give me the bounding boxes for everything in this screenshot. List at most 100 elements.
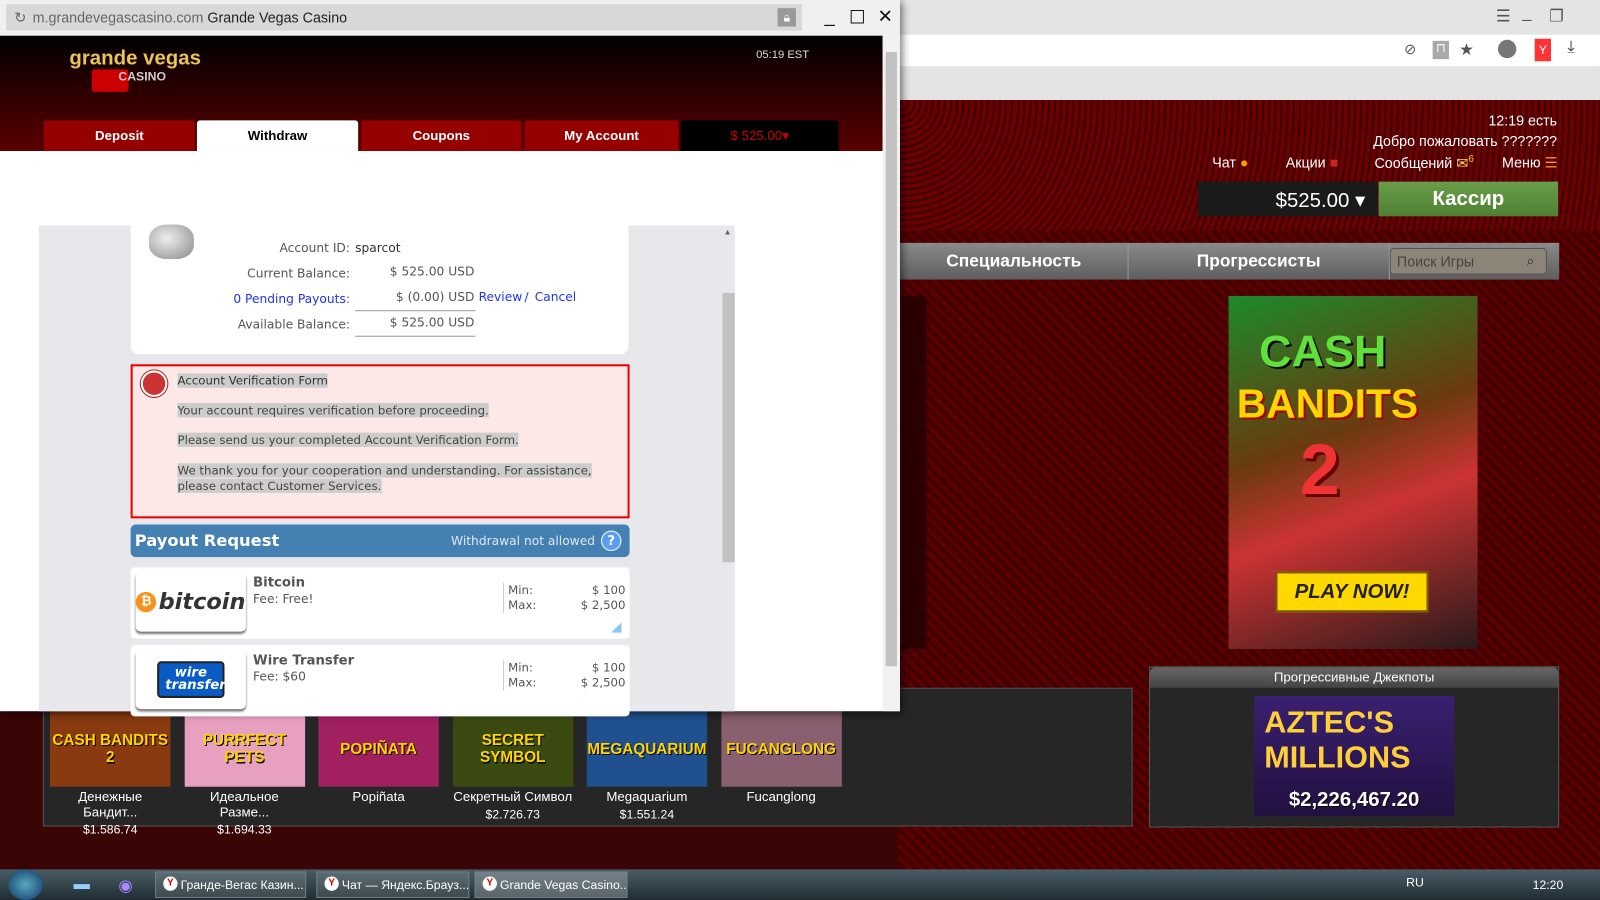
unlock-icon[interactable]: ⊓	[1432, 40, 1449, 60]
max-label: Max:	[508, 675, 537, 690]
play-now-button[interactable]: PLAY NOW!	[1275, 571, 1429, 613]
outer-scrollbar[interactable]	[882, 35, 900, 712]
gift-icon: ■	[1329, 154, 1339, 171]
game-tile[interactable]: FUCANGLONG Fucanglong	[720, 711, 842, 807]
tab-deposit[interactable]: Deposit	[43, 120, 195, 152]
stop-hand-icon	[140, 370, 168, 397]
casino-popup-window: ↻ m.grandevegascasino.com Grande Vegas C…	[0, 0, 900, 717]
game-tile[interactable]: SECRET SYMBOL Секретный Символ $2.726.73	[452, 711, 573, 821]
bitcoin-logo: ₿ bitcoin	[135, 572, 246, 632]
chat-link[interactable]: Чат ●	[1212, 154, 1248, 170]
wire-transfer-logo: wire transfer	[135, 649, 246, 710]
method-fee: Fee: Free!	[253, 591, 314, 607]
reload-icon[interactable]: ↻	[14, 4, 26, 31]
yandex-icon[interactable]: Y	[1534, 38, 1552, 62]
lock-icon[interactable]: 🔒︎	[777, 8, 796, 27]
outer-scroll-thumb[interactable]	[885, 52, 897, 667]
game-thumbnail: FUCANGLONG	[720, 711, 842, 787]
popup-url-bar[interactable]: ↻ m.grandevegascasino.com Grande Vegas C…	[6, 4, 803, 31]
game-tile[interactable]: CASH BANDITS 2 Денежные Бандит... $1.586.7…	[49, 711, 171, 837]
game-tile[interactable]: POPIÑATA Popiñata	[318, 711, 439, 807]
game-jackpot: $1.694.33	[217, 822, 272, 837]
game-thumbnail: CASH BANDITS 2	[49, 711, 171, 787]
pending-payouts-link[interactable]: 0 Pending Payouts:	[130, 292, 350, 306]
game-name: Megaquarium	[606, 788, 688, 805]
cancel-link[interactable]: Cancel	[535, 290, 576, 304]
banner-line2: BANDITS	[1236, 381, 1419, 427]
start-button[interactable]	[8, 869, 43, 900]
game-tile[interactable]: PURRFECT PETS Идеальное Разме... $1.694.33	[184, 711, 305, 837]
promos-label: Акции	[1285, 154, 1326, 171]
nav-progressives[interactable]: Прогрессисты	[1129, 242, 1390, 280]
banner-line3: 2	[1299, 429, 1340, 510]
minimize-icon[interactable]: _	[824, 6, 834, 27]
scroll-up-icon[interactable]: ▲	[723, 228, 731, 237]
cashier-button[interactable]: Кассир	[1378, 181, 1559, 217]
maximize-icon[interactable]: ☐	[849, 7, 865, 28]
verification-line: Your account requires verification befor…	[177, 403, 489, 418]
current-balance: $ 525.00 USD	[389, 264, 475, 279]
method-name: Bitcoin	[253, 575, 306, 591]
envelope-icon: ✉	[1456, 154, 1469, 172]
banner-line1: CASH	[1259, 326, 1387, 377]
address-bar[interactable]: ⊘ ⊓ ★ Y ⤓	[897, 34, 1600, 68]
game-thumbnail: MEGAQUARIUM	[586, 711, 708, 787]
hamburger-icon: ☰	[1544, 154, 1558, 171]
taskbar-clock[interactable]: 12:20	[1533, 878, 1564, 892]
site-time: 12:19 есть	[1488, 112, 1558, 129]
messages-link[interactable]: Сообщений ✉6	[1374, 154, 1473, 172]
no-image-icon[interactable]: ⊘	[1404, 41, 1416, 58]
wire-logo-text: wire transfer	[157, 661, 226, 698]
casino-logo[interactable]: grande vegas CASINO	[69, 48, 201, 86]
progressive-jackpots-panel: Прогрессивные Джекпоты AZTEC'S MILLIONS …	[1148, 666, 1560, 828]
nav-specialty[interactable]: Специальность	[900, 242, 1129, 280]
game-name: Секретный Символ	[453, 788, 573, 805]
review-link[interactable]: Review	[479, 290, 523, 304]
extension-icon[interactable]	[1497, 39, 1517, 59]
restore-icon[interactable]: ❐	[1549, 6, 1564, 26]
method-name: Wire Transfer	[253, 653, 355, 669]
taskbar-item[interactable]: Чат — Яндекс.Брауз...	[316, 871, 470, 898]
withdrawal-status: Withdrawal not allowed	[451, 533, 596, 548]
url-domain: m.grandevegascasino.com	[32, 9, 204, 26]
tab-my-account[interactable]: My Account	[524, 120, 679, 152]
viber-icon[interactable]: ◉	[118, 876, 132, 896]
side-panel	[902, 295, 927, 649]
min-label: Min:	[508, 660, 533, 675]
help-icon[interactable]: ?	[601, 530, 622, 552]
inner-scrollbar[interactable]: ▲	[720, 225, 735, 712]
jackpot-game-tile[interactable]: AZTEC'S MILLIONS $2,226,467.20	[1254, 695, 1455, 817]
chat-label: Чат	[1212, 154, 1236, 171]
pending-value: $ (0.00) USD	[395, 289, 475, 305]
search-icon[interactable]: ⌕	[1527, 252, 1535, 269]
link-separator: /	[524, 289, 529, 305]
desktop: ☰ _ ❐ ⊘ ⊓ ★ Y ⤓ 12:19 есть Добро пожалов…	[0, 0, 1600, 900]
jackpots-title: Прогрессивные Джекпоты	[1149, 667, 1559, 688]
language-indicator[interactable]: RU	[1406, 876, 1424, 890]
minimize-icon[interactable]: _	[1522, 4, 1531, 22]
download-icon[interactable]: ⤓	[1567, 39, 1574, 57]
game-search-input[interactable]: Поиск Игры	[1389, 247, 1547, 275]
method-limits: Min: $ 100 Max: $ 2,500	[503, 582, 626, 614]
tab-coupons[interactable]: Coupons	[361, 120, 522, 152]
star-icon[interactable]: ★	[1459, 40, 1474, 60]
close-icon[interactable]: ✕	[878, 6, 893, 27]
available-balance-label: Available Balance:	[237, 317, 350, 332]
inner-scroll-thumb[interactable]	[722, 292, 735, 563]
promos-link[interactable]: Акции ■	[1286, 154, 1339, 170]
balance-tab[interactable]: $ 525.00▾	[680, 120, 839, 152]
taskbar-item[interactable]: Гранде-Вегас Казин...	[155, 871, 307, 898]
tab-withdraw[interactable]: Withdraw	[196, 120, 359, 152]
balance-dropdown[interactable]: $525.00 ▾	[1197, 181, 1378, 217]
game-jackpot: $1.551.24	[619, 807, 675, 822]
menu-link[interactable]: Меню ☰	[1502, 154, 1557, 171]
caret-down-icon: ▾	[782, 127, 789, 143]
app-icon[interactable]: ▬	[73, 876, 89, 894]
payout-method-bitcoin[interactable]: ₿ bitcoin Bitcoin Fee: Free! Min: $ 100 Ma…	[130, 567, 630, 639]
taskbar-item-active[interactable]: Grande Vegas Casino...	[474, 871, 628, 898]
payout-method-wire[interactable]: wire transfer Wire Transfer Fee: $60 Min…	[130, 644, 630, 717]
verification-line: please contact Customer Services.	[177, 478, 382, 493]
game-tile[interactable]: MEGAQUARIUM Megaquarium $1.551.24	[586, 711, 708, 822]
jackpot-amount: $2,226,467.20	[1288, 788, 1420, 812]
menu-icon[interactable]: ☰	[1496, 6, 1511, 26]
